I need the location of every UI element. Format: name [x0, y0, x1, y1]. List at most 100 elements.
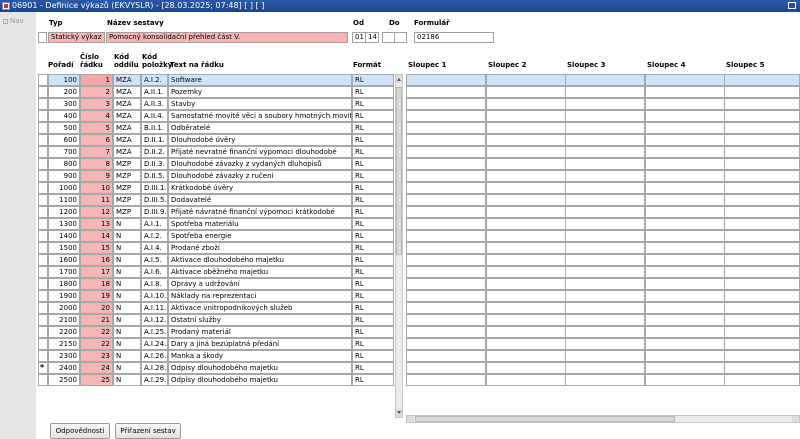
cell-sloupec-5[interactable]	[724, 110, 800, 122]
prirazeni-sestav-button[interactable]: Přiřazení sestav	[115, 423, 181, 439]
cell-poradi[interactable]: 1700	[48, 266, 80, 278]
cell-kod-oddilu[interactable]: MZA	[113, 134, 141, 146]
cell-kod-oddilu[interactable]: N	[113, 302, 141, 314]
cell-kod-polozky[interactable]: A.II.4.	[141, 110, 168, 122]
cell-kod-polozky[interactable]: A.I.29.	[141, 374, 168, 386]
cell-sloupec-1[interactable]	[406, 314, 486, 326]
row-selector[interactable]	[38, 242, 48, 254]
table-row[interactable]: 600 6 MZA D.II.1. Dlouhodobé úvěry RL	[36, 134, 800, 146]
cell-poradi[interactable]: 400	[48, 110, 80, 122]
cell-poradi[interactable]: 2500	[48, 374, 80, 386]
cell-sloupec-3[interactable]	[565, 74, 645, 86]
cell-sloupec-5[interactable]	[724, 74, 800, 86]
cell-sloupec-4[interactable]	[645, 374, 725, 386]
cell-sloupec-5[interactable]	[724, 122, 800, 134]
cell-poradi[interactable]: 2100	[48, 314, 80, 326]
cell-kod-polozky[interactable]: A.I.10.	[141, 290, 168, 302]
cell-kod-oddilu[interactable]: N	[113, 266, 141, 278]
cell-cislo-radku[interactable]: 18	[80, 278, 113, 290]
cell-poradi[interactable]: 200	[48, 86, 80, 98]
cell-cislo-radku[interactable]: 22	[80, 338, 113, 350]
cell-text-na-radku[interactable]: Samostatné movité věci a soubory hmotnýc…	[168, 110, 352, 122]
cell-sloupec-5[interactable]	[724, 374, 800, 386]
cell-sloupec-4[interactable]	[645, 338, 725, 350]
cell-sloupec-1[interactable]	[406, 110, 486, 122]
cell-sloupec-5[interactable]	[724, 338, 800, 350]
cell-sloupec-3[interactable]	[565, 122, 645, 134]
table-row[interactable]: 1500 15 N A.I.4. Prodané zboží RL	[36, 242, 800, 254]
cell-cislo-radku[interactable]: 21	[80, 314, 113, 326]
cell-format[interactable]: RL	[352, 338, 394, 350]
cell-kod-oddilu[interactable]: MZP	[113, 206, 141, 218]
cell-text-na-radku[interactable]: Přijaté nevratné finanční výpomoci dlouh…	[168, 146, 352, 158]
cell-kod-polozky[interactable]: A.II.3.	[141, 98, 168, 110]
cell-sloupec-2[interactable]	[486, 170, 566, 182]
cell-sloupec-3[interactable]	[565, 110, 645, 122]
row-selector[interactable]	[38, 278, 48, 290]
cell-sloupec-5[interactable]	[724, 254, 800, 266]
cell-cislo-radku[interactable]: 6	[80, 134, 113, 146]
scroll-left-icon[interactable]	[407, 416, 414, 422]
table-row[interactable]: 2150 22 N A.I.24. Dary a jiná bezúplatná pře…	[36, 338, 800, 350]
cell-text-na-radku[interactable]: Spotřeba energie	[168, 230, 352, 242]
cell-text-na-radku[interactable]: Opravy a udržování	[168, 278, 352, 290]
cell-sloupec-3[interactable]	[565, 374, 645, 386]
do-field-2[interactable]	[394, 32, 407, 43]
cell-text-na-radku[interactable]: Stavby	[168, 98, 352, 110]
cell-sloupec-4[interactable]	[645, 86, 725, 98]
table-row[interactable]: 700 7 MZA D.II.2. Přijaté nevratné finanční …	[36, 146, 800, 158]
cell-sloupec-2[interactable]	[486, 254, 566, 266]
table-row[interactable]: 1400 14 N A.I.2. Spotřeba energie RL	[36, 230, 800, 242]
cell-text-na-radku[interactable]: Pozemky	[168, 86, 352, 98]
cell-kod-oddilu[interactable]: N	[113, 362, 141, 374]
cell-kod-polozky[interactable]: D.III.1.	[141, 182, 168, 194]
cell-sloupec-4[interactable]	[645, 362, 725, 374]
cell-sloupec-4[interactable]	[645, 290, 725, 302]
cell-sloupec-5[interactable]	[724, 98, 800, 110]
cell-sloupec-2[interactable]	[486, 290, 566, 302]
cell-poradi[interactable]: 2200	[48, 326, 80, 338]
cell-sloupec-1[interactable]	[406, 362, 486, 374]
cell-sloupec-5[interactable]	[724, 242, 800, 254]
cell-sloupec-5[interactable]	[724, 134, 800, 146]
cell-sloupec-5[interactable]	[724, 350, 800, 362]
formular-field[interactable]: 02186	[414, 32, 494, 43]
cell-sloupec-3[interactable]	[565, 338, 645, 350]
cell-sloupec-5[interactable]	[724, 206, 800, 218]
cell-sloupec-3[interactable]	[565, 146, 645, 158]
cell-sloupec-4[interactable]	[645, 182, 725, 194]
cell-sloupec-1[interactable]	[406, 374, 486, 386]
cell-sloupec-2[interactable]	[486, 194, 566, 206]
cell-sloupec-1[interactable]	[406, 290, 486, 302]
cell-text-na-radku[interactable]: Odpisy dlouhodobého majetku	[168, 374, 352, 386]
row-selector[interactable]	[38, 74, 48, 86]
cell-sloupec-4[interactable]	[645, 206, 725, 218]
table-row[interactable]: 2100 21 N A.I.12. Ostatní služby RL	[36, 314, 800, 326]
cell-format[interactable]: RL	[352, 194, 394, 206]
cell-kod-polozky[interactable]: A.I.24.	[141, 338, 168, 350]
cell-sloupec-5[interactable]	[724, 314, 800, 326]
cell-kod-polozky[interactable]: A.I.1.	[141, 218, 168, 230]
cell-kod-polozky[interactable]: A.I.5.	[141, 254, 168, 266]
cell-sloupec-5[interactable]	[724, 278, 800, 290]
cell-format[interactable]: RL	[352, 350, 394, 362]
row-selector[interactable]	[38, 218, 48, 230]
cell-kod-oddilu[interactable]: N	[113, 290, 141, 302]
cell-format[interactable]: RL	[352, 98, 394, 110]
cell-poradi[interactable]: 2300	[48, 350, 80, 362]
cell-sloupec-2[interactable]	[486, 74, 566, 86]
cell-cislo-radku[interactable]: 3	[80, 98, 113, 110]
vertical-scrollbar[interactable]	[395, 74, 403, 418]
cell-kod-oddilu[interactable]: MZP	[113, 158, 141, 170]
cell-sloupec-1[interactable]	[406, 278, 486, 290]
cell-cislo-radku[interactable]: 8	[80, 158, 113, 170]
cell-poradi[interactable]: 600	[48, 134, 80, 146]
table-row[interactable]: 500 5 MZA B.II.1. Odběratelé RL	[36, 122, 800, 134]
cell-sloupec-4[interactable]	[645, 302, 725, 314]
cell-sloupec-5[interactable]	[724, 170, 800, 182]
cell-text-na-radku[interactable]: Ostatní služby	[168, 314, 352, 326]
cell-kod-polozky[interactable]: A.I.8.	[141, 278, 168, 290]
cell-format[interactable]: RL	[352, 146, 394, 158]
cell-sloupec-3[interactable]	[565, 242, 645, 254]
cell-poradi[interactable]: 2400	[48, 362, 80, 374]
